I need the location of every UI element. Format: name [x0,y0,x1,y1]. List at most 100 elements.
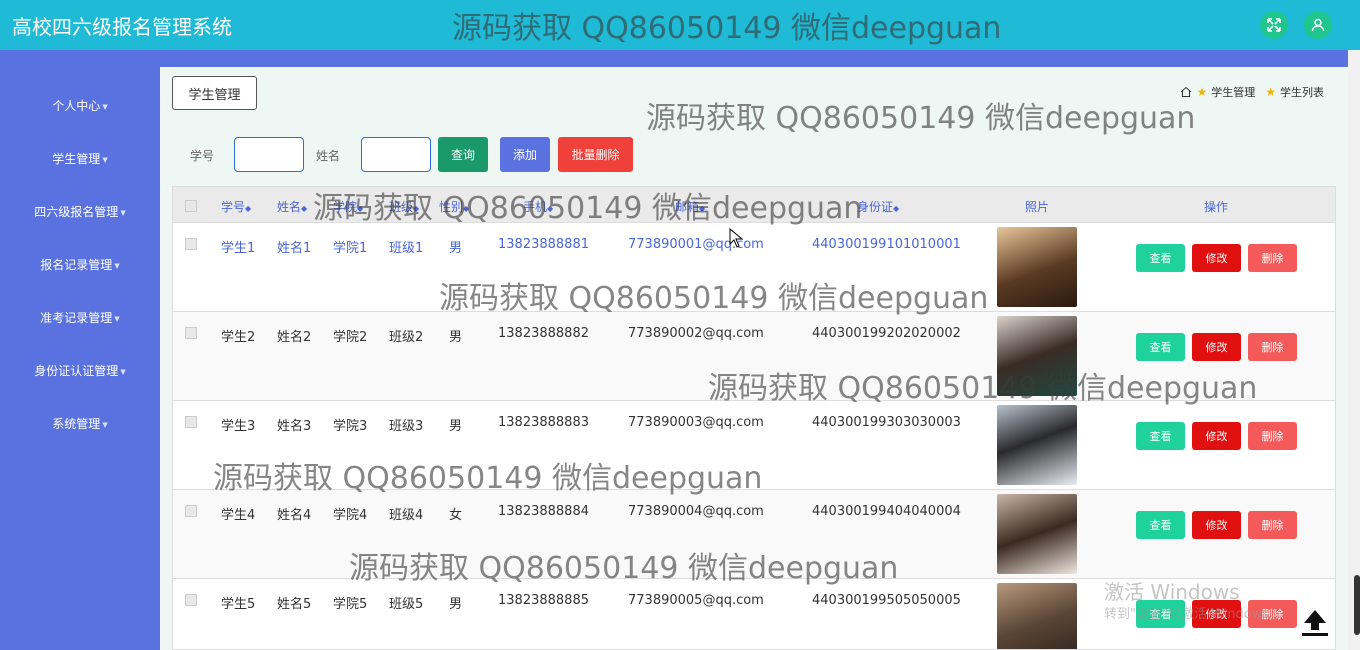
sidebar-item-student-management[interactable]: 学生管理 ▼ [0,150,160,167]
delete-button[interactable]: 删除 [1248,333,1297,361]
edit-button[interactable]: 修改 [1192,333,1241,361]
sidebar-item-admission-records[interactable]: 准考记录管理 ▼ [0,309,160,326]
row-checkbox[interactable] [185,505,197,517]
cell-gender: 男 [449,330,463,345]
sidebar-item-registration-records[interactable]: 报名记录管理 ▼ [0,256,160,273]
sidebar: 个人中心 ▼ 学生管理 ▼ 四六级报名管理 ▼ 报名记录管理 ▼ 准考记录管理 ▼ 身份证… [0,50,160,650]
cell-student-id: 学生1 [221,241,256,256]
user-icon[interactable] [1304,11,1332,39]
column-header-photo: 照片 [1025,200,1050,214]
column-header-email[interactable]: 邮箱◆ [675,198,705,215]
cell-college: 学院5 [333,597,368,612]
column-header-class[interactable]: 班级◆ [389,198,419,215]
page-scrollbar[interactable] [1348,50,1360,650]
caret-down-icon: ▼ [102,420,108,429]
sidebar-item-id-verification[interactable]: 身份证认证管理 ▼ [0,362,160,379]
select-all-checkbox[interactable] [185,200,197,212]
cell-phone: 13823888885 [498,593,589,608]
caret-down-icon: ▼ [114,314,120,323]
expand-icon[interactable] [1260,11,1288,39]
query-button[interactable]: 查询 [438,137,488,172]
cell-class: 班级5 [389,597,424,612]
name-label: 姓名 [316,149,341,163]
caret-down-icon: ▼ [102,155,108,164]
caret-down-icon: ▼ [120,367,126,376]
row-checkbox[interactable] [185,594,197,606]
sort-icon: ◆ [357,204,364,213]
cell-gender: 男 [449,419,463,434]
student-photo[interactable] [997,583,1077,649]
student-photo[interactable] [997,405,1077,485]
batch-delete-button[interactable]: 批量删除 [558,137,633,172]
cell-college: 学院1 [333,241,368,256]
row-checkbox[interactable] [185,416,197,428]
column-header-actions: 操作 [1204,200,1229,214]
view-button[interactable]: 查看 [1136,511,1185,539]
cell-email: 773890002@qq.com [628,326,764,341]
accent-strip [160,50,1348,67]
student-management-tab[interactable]: 学生管理 [172,76,257,110]
caret-down-icon: ▼ [114,261,120,270]
sort-icon: ◆ [893,204,900,213]
delete-button[interactable]: 删除 [1248,511,1297,539]
cell-gender: 男 [449,241,463,256]
cell-email: 773890005@qq.com [628,593,764,608]
back-to-top-icon[interactable] [1299,606,1331,638]
cell-student-id: 学生4 [221,508,256,523]
cell-name: 姓名2 [277,330,312,345]
sidebar-item-personal-center[interactable]: 个人中心 ▼ [0,97,160,114]
sidebar-item-system-management[interactable]: 系统管理 ▼ [0,415,160,432]
table-row: 学生4 姓名4 学院4 班级4 女 13823888884 773890004@qq.com… [173,490,1335,579]
row-checkbox[interactable] [185,238,197,250]
cell-class: 班级4 [389,508,424,523]
table-row: 学生3 姓名3 学院3 班级3 男 13823888883 773890003@qq.com… [173,401,1335,490]
sort-icon: ◆ [463,204,470,213]
column-header-id-card[interactable]: 身份证◆ [857,198,899,215]
add-button[interactable]: 添加 [500,137,550,172]
cell-class: 班级3 [389,419,424,434]
row-checkbox[interactable] [185,327,197,339]
cell-college: 学院3 [333,419,368,434]
home-icon[interactable] [1180,86,1192,98]
caret-down-icon: ▼ [120,208,126,217]
column-header-gender[interactable]: 性别◆ [439,198,469,215]
edit-button[interactable]: 修改 [1192,422,1241,450]
name-input[interactable] [361,137,431,172]
cell-email: 773890003@qq.com [628,415,764,430]
view-button[interactable]: 查看 [1136,333,1185,361]
sidebar-item-cet-registration[interactable]: 四六级报名管理 ▼ [0,203,160,220]
cell-phone: 13823888884 [498,504,589,519]
student-photo[interactable] [997,494,1077,574]
cell-id-card: 440300199202020002 [812,326,961,341]
student-photo[interactable] [997,227,1077,307]
cell-phone: 13823888881 [498,237,589,252]
column-header-name[interactable]: 姓名◆ [277,198,307,215]
breadcrumb-item: 学生列表 [1280,86,1324,99]
cell-name: 姓名5 [277,597,312,612]
windows-activation-subtitle: 转到"设置"以激活 Windows。 [1104,607,1283,622]
windows-activation-title: 激活 Windows [1104,580,1240,604]
cell-student-id: 学生2 [221,330,256,345]
column-header-student-id[interactable]: 学号◆ [221,198,251,215]
column-header-phone[interactable]: 手机◆ [523,198,553,215]
app-title: 高校四六级报名管理系统 [12,15,232,39]
column-header-college[interactable]: 学院◆ [333,198,363,215]
scrollbar-thumb[interactable] [1354,575,1360,635]
delete-button[interactable]: 删除 [1248,244,1297,272]
cell-class: 班级1 [389,241,424,256]
breadcrumb: ★ 学生管理 ★ 学生列表 [1180,84,1324,100]
edit-button[interactable]: 修改 [1192,244,1241,272]
view-button[interactable]: 查看 [1136,244,1185,272]
cell-class: 班级2 [389,330,424,345]
cell-phone: 13823888882 [498,326,589,341]
edit-button[interactable]: 修改 [1192,511,1241,539]
delete-button[interactable]: 删除 [1248,422,1297,450]
view-button[interactable]: 查看 [1136,422,1185,450]
mouse-cursor-icon [729,228,743,248]
star-icon: ★ [1196,85,1208,99]
student-photo[interactable] [997,316,1077,396]
student-id-input[interactable] [234,137,304,172]
caret-down-icon: ▼ [102,102,108,111]
cell-id-card: 440300199303030003 [812,415,961,430]
breadcrumb-item[interactable]: 学生管理 [1211,84,1255,100]
